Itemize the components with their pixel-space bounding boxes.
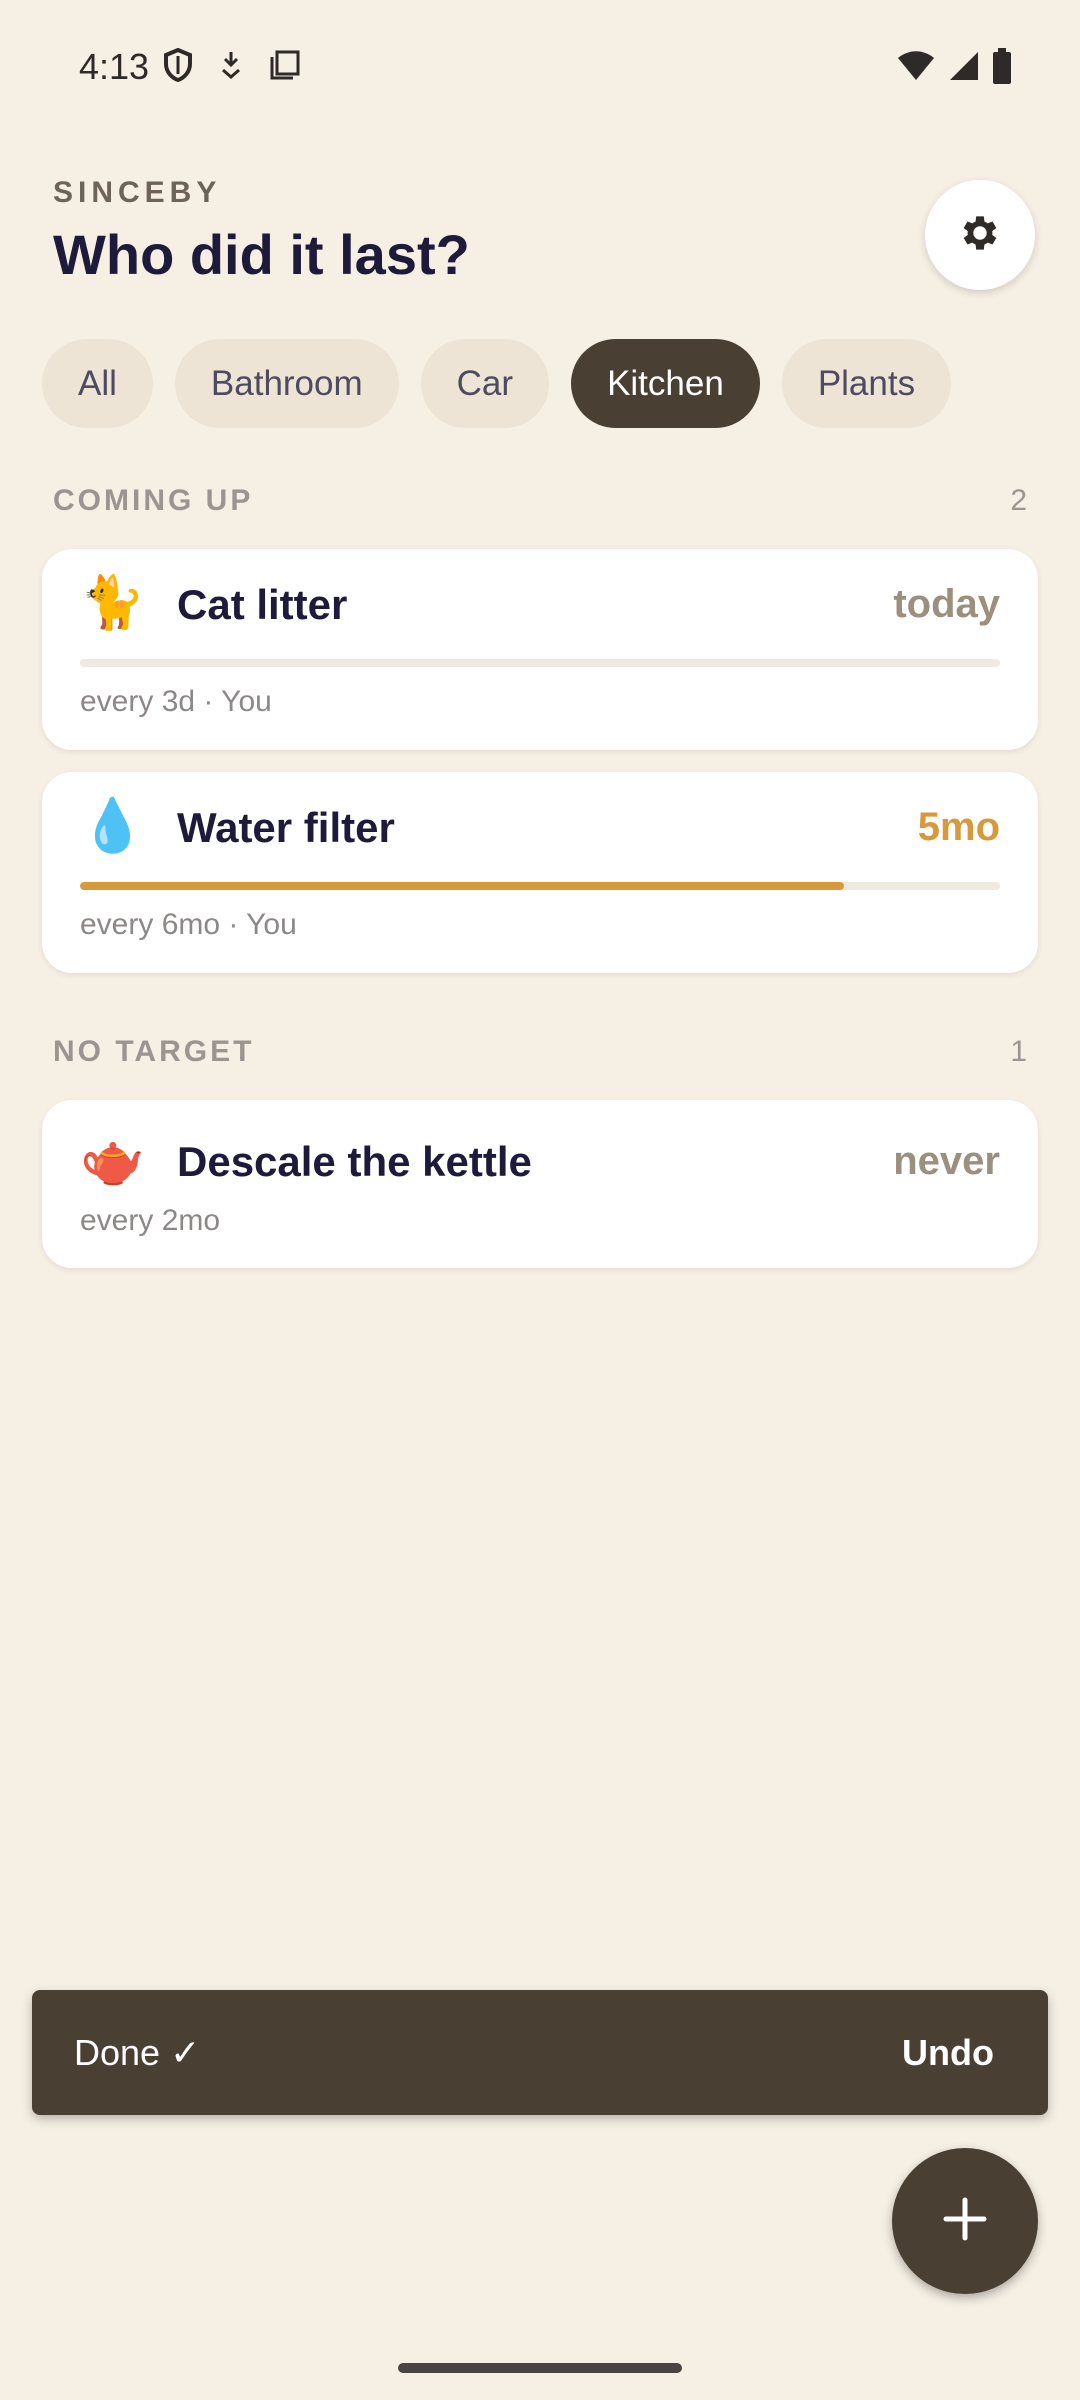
task-card-cat-litter[interactable]: 🐈 Cat litter today every 3d · You — [42, 549, 1038, 750]
battery-icon — [992, 48, 1012, 84]
task-title: Descale the kettle — [177, 1138, 532, 1185]
app-name: SINCEBY — [53, 176, 222, 209]
chip-car[interactable]: Car — [420, 339, 550, 428]
chip-plants[interactable]: Plants — [781, 339, 952, 428]
progress-track — [80, 882, 1000, 890]
screen: 4:13 SINCEBY Who did it last? All Bathro… — [0, 0, 1080, 2400]
snackbar-message: Done ✓ — [74, 2032, 201, 2073]
section-header-no-target: NO TARGET 1 — [53, 1035, 1027, 1069]
download-icon — [219, 50, 243, 80]
chip-bathroom[interactable]: Bathroom — [174, 339, 399, 428]
task-title: Water filter — [177, 804, 395, 851]
status-time: 4:13 — [79, 46, 150, 87]
gear-icon — [957, 210, 1003, 261]
chip-all[interactable]: All — [42, 339, 153, 428]
task-since: today — [893, 582, 1000, 626]
task-meta: every 6mo · You — [80, 908, 297, 941]
teapot-icon: 🫖 — [80, 1131, 145, 1189]
task-card-water-filter[interactable]: 💧 Water filter 5mo every 6mo · You — [42, 772, 1038, 973]
snackbar: Done ✓ Undo — [32, 1990, 1048, 2115]
section-count: 2 — [1010, 484, 1027, 517]
plus-icon — [942, 2196, 988, 2247]
droplet-icon: 💧 — [80, 797, 145, 855]
progress-fill — [80, 882, 844, 890]
page-title: Who did it last? — [53, 223, 470, 286]
task-since: never — [893, 1139, 1000, 1183]
copy-icon — [269, 49, 301, 81]
chip-kitchen[interactable]: Kitchen — [571, 339, 760, 428]
cell-signal-icon — [948, 50, 980, 82]
progress-track — [80, 659, 1000, 667]
settings-button[interactable] — [925, 180, 1035, 290]
filter-chips: All Bathroom Car Kitchen Plants — [42, 339, 952, 428]
status-bar: 4:13 — [0, 0, 1080, 136]
section-label: COMING UP — [53, 484, 254, 517]
section-count: 1 — [1010, 1035, 1027, 1068]
section-header-coming-up: COMING UP 2 — [53, 484, 1027, 518]
undo-button[interactable]: Undo — [902, 2032, 994, 2074]
section-label: NO TARGET — [53, 1035, 255, 1068]
wifi-icon — [896, 50, 936, 82]
home-indicator[interactable] — [398, 2363, 682, 2373]
task-title: Cat litter — [177, 581, 348, 628]
task-meta: every 2mo — [80, 1204, 221, 1237]
task-since: 5mo — [917, 805, 1000, 849]
cat-icon: 🐈 — [80, 574, 145, 632]
task-card-descale-kettle[interactable]: 🫖 Descale the kettle never every 2mo — [42, 1100, 1038, 1268]
shield-icon — [163, 48, 193, 82]
task-meta: every 3d · You — [80, 685, 272, 718]
add-task-button[interactable] — [892, 2148, 1038, 2294]
